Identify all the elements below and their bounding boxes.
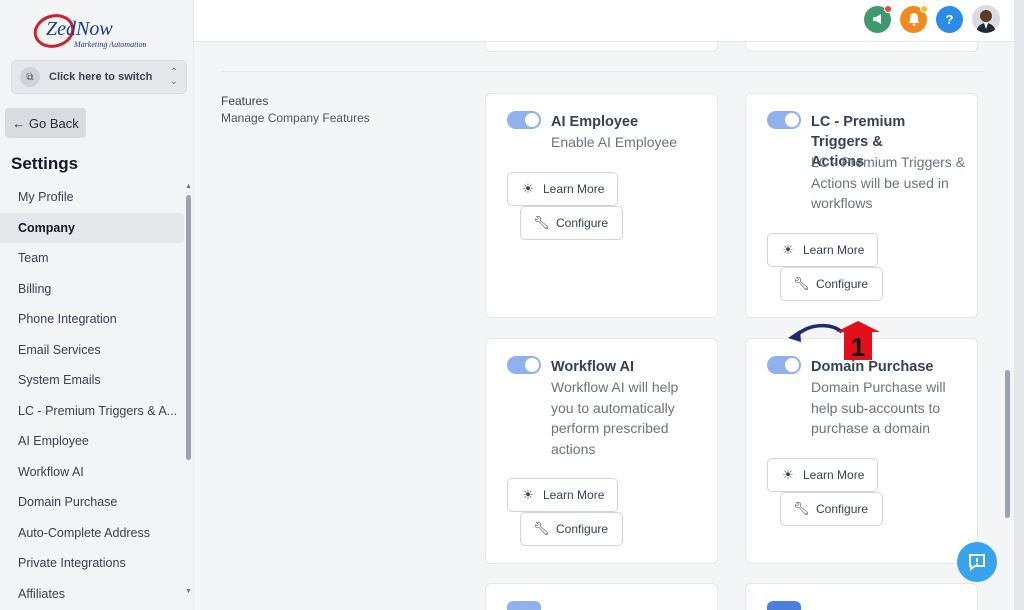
- notification-dot: [884, 4, 892, 13]
- help-label: ?: [945, 11, 954, 27]
- configure-button[interactable]: 🔧︎ Configure: [780, 267, 883, 301]
- main-content: Features Manage Company Features AI Empl…: [194, 42, 1014, 610]
- announcement-icon[interactable]: [864, 4, 892, 33]
- nav-scrollbar[interactable]: [186, 195, 191, 460]
- logo-text: ZedNow: [46, 18, 113, 40]
- learn-more-label: Learn More: [543, 488, 605, 502]
- card-title: AI Employee: [551, 114, 639, 130]
- wrench-icon: 🔧︎: [793, 276, 810, 291]
- configure-button[interactable]: 🔧︎ Configure: [520, 512, 623, 546]
- card-description: Domain Purchase will help sub-accounts t…: [811, 379, 946, 436]
- learn-more-label: Learn More: [803, 243, 865, 257]
- megaphone-icon: [872, 14, 881, 24]
- sidebar: ZedNow Marketing Automation ⧉ Click here…: [0, 0, 194, 610]
- nav-item-team[interactable]: Team: [0, 243, 184, 274]
- feature-card-next: [745, 583, 978, 610]
- wrench-icon: 🔧︎: [533, 521, 550, 536]
- nav-item-email-services[interactable]: Email Services: [0, 335, 184, 366]
- bell-icon[interactable]: [900, 4, 928, 33]
- annotation-arrow-icon: 1: [788, 321, 880, 362]
- nav-item-phone-integration[interactable]: Phone Integration: [0, 304, 184, 335]
- learn-more-button[interactable]: ☀ Learn More: [767, 233, 878, 267]
- feature-toggle[interactable]: [507, 356, 541, 374]
- previous-card: [745, 42, 978, 52]
- settings-nav: My Profile Company Team Billing Phone In…: [0, 182, 184, 609]
- arrow-left-icon: ←: [12, 115, 29, 131]
- card-title: Workflow AI: [551, 359, 634, 375]
- logo-subtext: Marketing Automation: [73, 40, 147, 49]
- learn-more-label: Learn More: [803, 468, 865, 482]
- wrench-icon: 🔧︎: [533, 215, 550, 230]
- feature-card-domain-purchase: Domain Purchase Domain Purchase will hel…: [745, 338, 978, 564]
- switcher-label: Click here to switch: [49, 71, 153, 83]
- feature-toggle[interactable]: [767, 111, 801, 129]
- configure-button[interactable]: 🔧︎ Configure: [520, 206, 623, 240]
- nav-item-domain-purchase[interactable]: Domain Purchase: [0, 487, 184, 518]
- top-actions: ?: [864, 4, 1000, 33]
- nav-item-my-profile[interactable]: My Profile: [0, 182, 184, 213]
- scroll-up-arrow-icon[interactable]: ▲: [185, 183, 192, 190]
- card-description: Enable AI Employee: [551, 134, 678, 150]
- main-scrollbar[interactable]: [1005, 370, 1010, 518]
- help-icon[interactable]: ?: [936, 5, 963, 33]
- go-back-label: Go Back: [28, 115, 79, 131]
- nav-item-private-integrations[interactable]: Private Integrations: [0, 548, 184, 579]
- lightbulb-icon: ☀: [782, 467, 794, 482]
- nav-item-company[interactable]: Company: [0, 212, 184, 243]
- nav-item-lc-premium[interactable]: LC - Premium Triggers & A...: [0, 396, 184, 427]
- user-avatar-icon: [972, 5, 1000, 33]
- feature-card-ai-employee: AI Employee Enable AI Employee ☀ Learn M…: [485, 93, 718, 318]
- logo-graphic: ZedNow Marketing Automation: [33, 14, 147, 49]
- step-annotation: 1: [786, 320, 886, 365]
- chevron-updown-icon: ⌃ ⌄: [169, 67, 178, 87]
- nav-item-affiliates[interactable]: Affiliates: [0, 579, 184, 610]
- notification-dot: [920, 4, 928, 13]
- previous-card: [485, 42, 718, 52]
- go-back-button[interactable]: ← Go Back: [5, 108, 86, 138]
- card-description: Workflow AI will help you to automatical…: [551, 379, 679, 457]
- nav-item-system-emails[interactable]: System Emails: [0, 365, 184, 396]
- window-edge: [1014, 0, 1024, 610]
- configure-label: Configure: [556, 522, 609, 536]
- nav-item-workflow-ai[interactable]: Workflow AI: [0, 457, 184, 488]
- nav-item-billing[interactable]: Billing: [0, 274, 184, 305]
- divider: [221, 71, 984, 72]
- feature-toggle[interactable]: [507, 601, 541, 610]
- nav-item-ai-employee[interactable]: AI Employee: [0, 426, 184, 457]
- feature-card-workflow-ai: Workflow AI Workflow AI will help you to…: [485, 338, 718, 564]
- feature-card-next: [485, 583, 718, 610]
- configure-label: Configure: [556, 216, 609, 230]
- configure-label: Configure: [816, 502, 869, 516]
- feature-toggle[interactable]: [507, 111, 541, 129]
- settings-title: Settings: [11, 154, 79, 173]
- configure-label: Configure: [816, 277, 869, 291]
- bell-glyph-icon: [908, 13, 919, 26]
- learn-more-label: Learn More: [543, 182, 605, 196]
- lightbulb-icon: ☀: [782, 242, 794, 257]
- card-description: LC - Premium Triggers & Actions will be …: [811, 154, 966, 211]
- feature-card-lc-premium: LC - Premium Triggers & Actions LC - Pre…: [745, 93, 978, 318]
- nav-item-auto-complete-address[interactable]: Auto-Complete Address: [0, 518, 184, 549]
- configure-button[interactable]: 🔧︎ Configure: [780, 492, 883, 526]
- switch-icon: ⧉: [20, 67, 40, 87]
- learn-more-button[interactable]: ☀ Learn More: [767, 458, 878, 492]
- wrench-icon: 🔧︎: [793, 501, 810, 516]
- section-subtitle: Manage Company Features: [221, 111, 370, 125]
- learn-more-button[interactable]: ☀ Learn More: [507, 172, 618, 206]
- learn-more-button[interactable]: ☀ Learn More: [507, 478, 618, 512]
- brand-logo[interactable]: ZedNow Marketing Automation: [32, 10, 172, 52]
- lightbulb-icon: ☀: [522, 487, 534, 502]
- scroll-down-arrow-icon[interactable]: ▼: [185, 588, 192, 595]
- top-bar: ?: [194, 0, 1014, 42]
- avatar[interactable]: [972, 5, 1000, 33]
- chat-icon: [969, 554, 985, 571]
- step-number: 1: [851, 332, 865, 362]
- account-switcher[interactable]: ⧉ Click here to switch ⌃ ⌄: [11, 60, 187, 94]
- feature-toggle[interactable]: [767, 601, 801, 610]
- chat-widget-button[interactable]: [957, 542, 997, 582]
- lightbulb-icon: ☀: [522, 181, 534, 196]
- section-title: Features: [221, 94, 269, 108]
